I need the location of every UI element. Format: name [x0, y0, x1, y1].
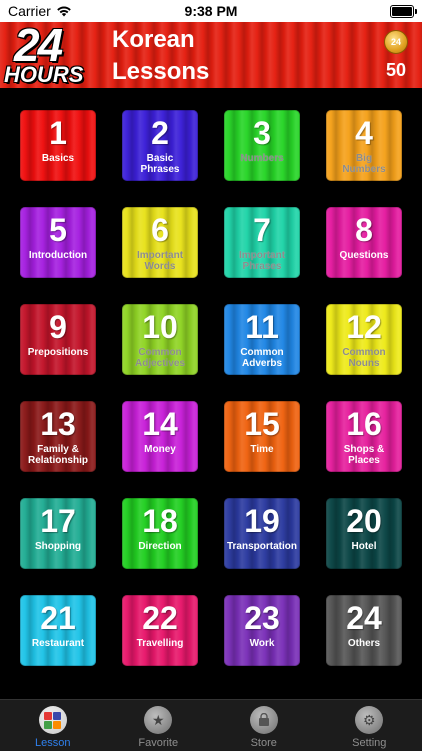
lesson-number: 13 — [20, 406, 96, 442]
lesson-tile[interactable]: 12Common Nouns — [326, 304, 402, 375]
lesson-number: 24 — [326, 600, 402, 636]
lesson-tile[interactable]: 10Common Adjectives — [122, 304, 198, 375]
lesson-tile[interactable]: 23 Work — [224, 595, 300, 666]
lesson-label: Family & Relationship — [20, 444, 96, 466]
tab-lesson-label: Lesson — [0, 737, 106, 749]
status-bar: Carrier 9:38 PM — [0, 0, 422, 22]
lesson-number: 22 — [122, 600, 198, 636]
lesson-label: Numbers — [224, 153, 300, 164]
lesson-tile[interactable]: 21 Restaurant — [20, 595, 96, 666]
star-icon: ★ — [144, 706, 172, 734]
lesson-number: 11 — [224, 309, 300, 345]
lesson-label: Common Adjectives — [122, 347, 198, 369]
lesson-tile[interactable]: 6Important Words — [122, 207, 198, 278]
lesson-tile[interactable]: 22 Travelling — [122, 595, 198, 666]
lesson-label: Introduction — [20, 250, 96, 261]
lesson-number: 10 — [122, 309, 198, 345]
lesson-tile[interactable]: 24 Others — [326, 595, 402, 666]
page-title-line1: Korean — [112, 26, 195, 54]
logo-word: HOURS — [4, 62, 83, 88]
lesson-number: 16 — [326, 406, 402, 442]
lesson-label: Basics — [20, 153, 96, 164]
lesson-label: Restaurant — [20, 638, 96, 649]
tab-setting[interactable]: ⚙ Setting — [317, 700, 422, 751]
lesson-number: 21 — [20, 600, 96, 636]
lesson-label: Prepositions — [20, 347, 96, 358]
lesson-tile[interactable]: 3 Numbers — [224, 110, 300, 181]
lesson-number: 19 — [224, 503, 300, 539]
status-time: 9:38 PM — [0, 3, 422, 19]
lesson-tile[interactable]: 17 Shopping — [20, 498, 96, 569]
lesson-tile[interactable]: 7Important Phrases — [224, 207, 300, 278]
lesson-tile[interactable]: 15 Time — [224, 401, 300, 472]
lesson-number: 1 — [20, 115, 96, 151]
tab-store[interactable]: Store — [211, 700, 317, 751]
lesson-tile[interactable]: 8 Questions — [326, 207, 402, 278]
lesson-number: 5 — [20, 212, 96, 248]
lesson-tile[interactable]: 16Shops & Places — [326, 401, 402, 472]
lesson-number: 17 — [20, 503, 96, 539]
lesson-grid-icon — [39, 706, 67, 734]
lesson-number: 14 — [122, 406, 198, 442]
lesson-number: 2 — [122, 115, 198, 151]
lesson-label: Money — [122, 444, 198, 455]
lesson-label: Common Adverbs — [224, 347, 300, 369]
lesson-tile[interactable]: 13Family & Relationship — [20, 401, 96, 472]
lesson-tile[interactable]: 1 Basics — [20, 110, 96, 181]
tab-lesson[interactable]: Lesson — [0, 700, 106, 751]
lesson-label: Time — [224, 444, 300, 455]
lesson-label: Big Numbers — [326, 153, 402, 175]
gear-icon: ⚙ — [355, 706, 383, 734]
coin-count: 50 — [386, 60, 406, 81]
lesson-label: Hotel — [326, 541, 402, 552]
lesson-label: Work — [224, 638, 300, 649]
lesson-tile[interactable]: 19 Transportation — [224, 498, 300, 569]
lesson-label: Shopping — [20, 541, 96, 552]
lesson-label: Travelling — [122, 638, 198, 649]
lesson-number: 3 — [224, 115, 300, 151]
lesson-label: Questions — [326, 250, 402, 261]
lesson-tile[interactable]: 5 Introduction — [20, 207, 96, 278]
battery-icon — [390, 5, 414, 18]
lesson-tile[interactable]: 18 Direction — [122, 498, 198, 569]
lesson-number: 23 — [224, 600, 300, 636]
lesson-tile[interactable]: 2Basic Phrases — [122, 110, 198, 181]
lesson-tile[interactable]: 9 Prepositions — [20, 304, 96, 375]
tab-favorite-label: Favorite — [106, 737, 212, 749]
lesson-label: Important Phrases — [224, 250, 300, 272]
lesson-number: 12 — [326, 309, 402, 345]
lesson-number: 15 — [224, 406, 300, 442]
tab-bar: Lesson ★ Favorite Store ⚙ Setting — [0, 699, 422, 751]
lesson-label: Common Nouns — [326, 347, 402, 369]
lesson-tile[interactable]: 4Big Numbers — [326, 110, 402, 181]
page-title-line2: Lessons — [112, 58, 209, 86]
lesson-number: 20 — [326, 503, 402, 539]
coin-icon[interactable]: 24 — [384, 30, 408, 54]
app-header: 24 HOURS Korean Lessons 24 50 — [0, 22, 422, 88]
lesson-number: 8 — [326, 212, 402, 248]
lesson-number: 4 — [326, 115, 402, 151]
tab-setting-label: Setting — [317, 737, 422, 749]
lesson-tile[interactable]: 11Common Adverbs — [224, 304, 300, 375]
lesson-number: 6 — [122, 212, 198, 248]
lesson-number: 18 — [122, 503, 198, 539]
tab-favorite[interactable]: ★ Favorite — [106, 700, 212, 751]
store-icon — [250, 706, 278, 734]
lesson-label: Transportation — [224, 541, 300, 552]
lesson-grid: 1 Basics 2Basic Phrases 3 Numbers 4Big Number… — [20, 110, 402, 666]
lesson-label: Others — [326, 638, 402, 649]
lesson-tile[interactable]: 20 Hotel — [326, 498, 402, 569]
lesson-label: Important Words — [122, 250, 198, 272]
lesson-number: 9 — [20, 309, 96, 345]
app-logo: 24 HOURS — [4, 24, 96, 86]
tab-store-label: Store — [211, 737, 317, 749]
lesson-label: Basic Phrases — [122, 153, 198, 175]
lesson-label: Direction — [122, 541, 198, 552]
lesson-tile[interactable]: 14 Money — [122, 401, 198, 472]
lesson-label: Shops & Places — [326, 444, 402, 466]
lesson-number: 7 — [224, 212, 300, 248]
